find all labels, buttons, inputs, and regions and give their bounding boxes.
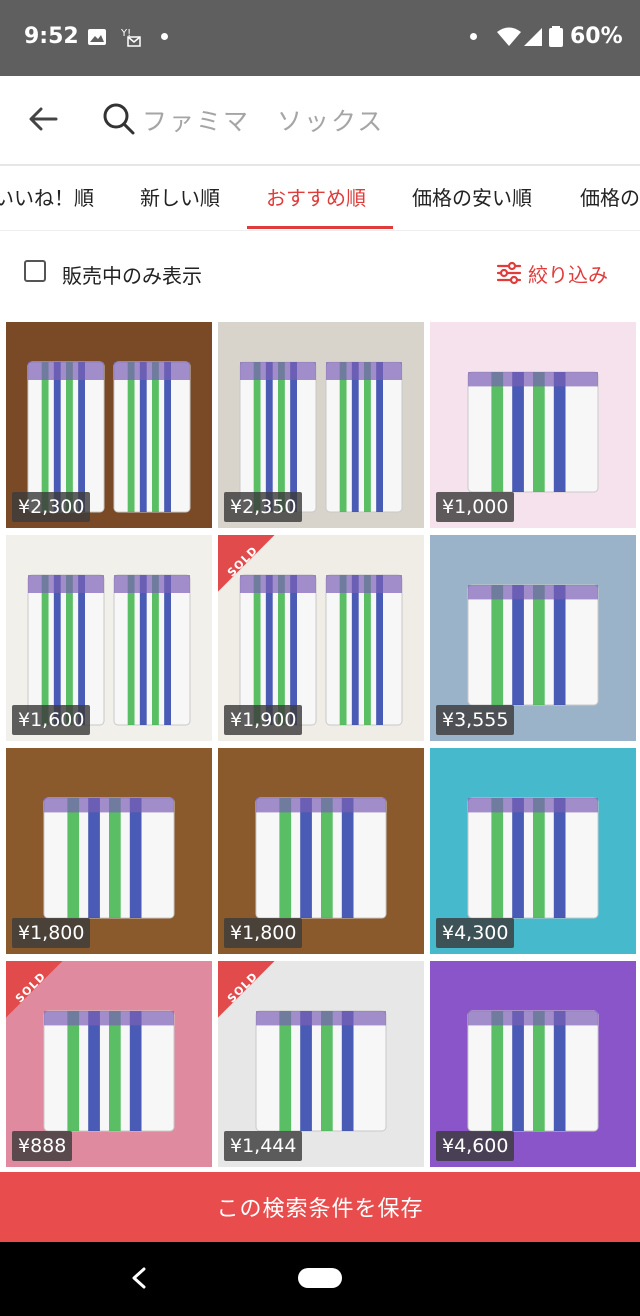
sold-label: SOLD	[224, 969, 261, 1006]
wifi-icon	[497, 27, 521, 46]
cell-signal-icon	[524, 28, 542, 46]
product-card[interactable]: SOLD ¥1,444	[218, 961, 424, 1167]
price-badge: ¥888	[12, 1131, 73, 1161]
price-badge: ¥4,300	[436, 918, 515, 948]
on-sale-only-checkbox[interactable]	[24, 260, 46, 282]
refine-button[interactable]: 絞り込み	[496, 256, 608, 290]
sliders-icon	[496, 261, 522, 285]
filter-row: 販売中のみ表示 絞り込み	[0, 240, 640, 306]
sold-ribbon: SOLD	[6, 961, 86, 1041]
product-card[interactable]: ¥4,600	[430, 961, 636, 1167]
nav-home-pill[interactable]	[298, 1268, 342, 1288]
search-header: ファミマ ソックス	[0, 76, 640, 166]
sort-tabs: いいね！順 新しい順 おすすめ順 価格の安い順 価格の	[0, 166, 640, 231]
sold-label: SOLD	[224, 543, 261, 580]
refine-label: 絞り込み	[528, 262, 608, 287]
product-card[interactable]: ¥1,800	[218, 748, 424, 954]
system-nav-bar	[0, 1242, 640, 1316]
price-badge: ¥1,900	[224, 705, 303, 735]
price-badge: ¥1,800	[12, 918, 91, 948]
product-card[interactable]: ¥1,000	[430, 322, 636, 528]
product-card[interactable]: ¥1,800	[6, 748, 212, 954]
price-badge: ¥1,000	[436, 492, 515, 522]
sold-label: SOLD	[12, 969, 49, 1006]
on-sale-only-label: 販売中のみ表示	[62, 264, 202, 288]
tab-price-low[interactable]: 価格の安い順	[412, 182, 532, 230]
active-tab-indicator	[247, 226, 393, 229]
price-badge: ¥1,800	[224, 918, 303, 948]
back-arrow-icon[interactable]	[26, 102, 60, 136]
tab-price-high[interactable]: 価格の	[580, 182, 640, 230]
status-bar: 9:52 Y! 60%	[0, 0, 640, 76]
tab-recommended[interactable]: おすすめ順	[266, 182, 366, 230]
price-badge: ¥3,555	[436, 705, 515, 735]
tab-newest[interactable]: 新しい順	[140, 182, 220, 230]
product-card[interactable]: SOLD ¥1,900	[218, 535, 424, 741]
price-badge: ¥1,600	[12, 705, 91, 735]
search-icon	[103, 103, 135, 135]
price-badge: ¥2,350	[224, 492, 303, 522]
product-card[interactable]: ¥2,350	[218, 322, 424, 528]
price-badge: ¥4,600	[436, 1131, 515, 1161]
product-card[interactable]: ¥1,600	[6, 535, 212, 741]
product-card[interactable]: ¥3,555	[430, 535, 636, 741]
notification-dot-icon	[470, 33, 477, 40]
price-badge: ¥2,300	[12, 492, 91, 522]
sold-ribbon: SOLD	[218, 535, 298, 615]
status-time: 9:52	[24, 24, 79, 49]
save-search-label: この検索条件を保存	[216, 1197, 424, 1222]
image-notification-icon	[88, 29, 106, 45]
product-card[interactable]: SOLD ¥888	[6, 961, 212, 1167]
battery-percent: 60%	[570, 24, 623, 49]
tab-likes[interactable]: いいね！順	[0, 182, 94, 230]
battery-icon	[549, 26, 563, 47]
search-input[interactable]: ファミマ ソックス	[142, 102, 384, 138]
sold-ribbon: SOLD	[218, 961, 298, 1041]
save-search-button[interactable]: この検索条件を保存	[0, 1172, 640, 1242]
product-card[interactable]: ¥4,300	[430, 748, 636, 954]
notification-dot-icon	[161, 33, 168, 40]
nav-back-icon[interactable]	[128, 1266, 150, 1290]
price-badge: ¥1,444	[224, 1131, 303, 1161]
product-card[interactable]: ¥2,300	[6, 322, 212, 528]
yahoo-mail-notification-icon: Y!	[120, 28, 141, 47]
